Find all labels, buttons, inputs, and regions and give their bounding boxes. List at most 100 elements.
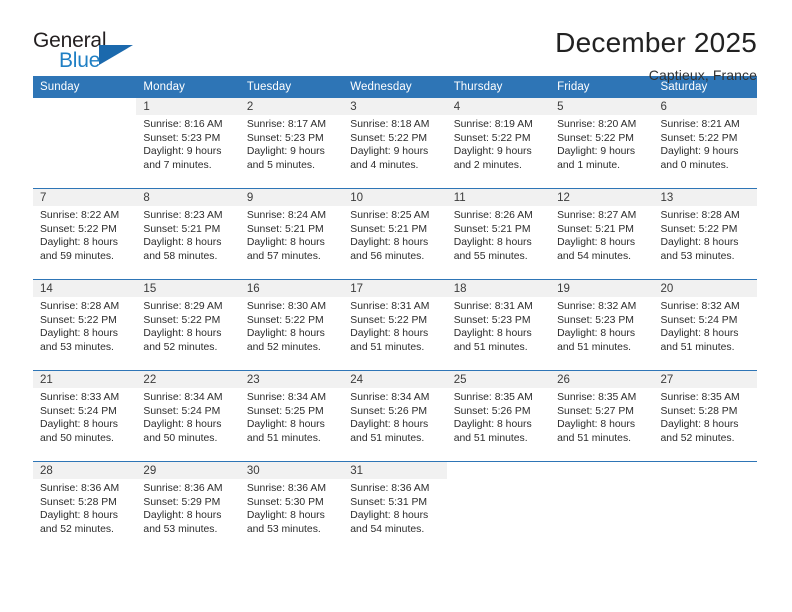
daylight-line: and 5 minutes. — [246, 159, 316, 171]
day-detail-text: Sunrise: 8:30 AM Sunset: 5:22 PM Daylight:… — [240, 297, 343, 354]
day-number: 21 — [33, 371, 137, 388]
calendar-day-cell[interactable]: 24 Sunrise: 8:34 AM Sunset: 5:26 PM Dayligh… — [343, 370, 447, 462]
calendar-day-cell[interactable]: 22 Sunrise: 8:34 AM Sunset: 5:24 PM Dayligh… — [136, 370, 240, 462]
sunset-line: Sunset: 5:22 PM — [40, 314, 117, 326]
day-cell-inner: 5 Sunrise: 8:20 AM Sunset: 5:22 PM Daylight… — [550, 98, 654, 188]
daylight-line: and 53 minutes. — [660, 250, 735, 262]
daylight-line: and 2 minutes. — [453, 159, 522, 171]
daylight-line: Daylight: 8 hours — [246, 419, 325, 431]
day-cell-inner: 21 Sunrise: 8:33 AM Sunset: 5:24 PM Dayligh… — [33, 371, 137, 461]
calendar-day-cell[interactable]: 13 Sunrise: 8:28 AM Sunset: 5:22 PM Dayligh… — [653, 188, 757, 280]
sunset-line: Sunset: 5:23 PM — [143, 132, 221, 144]
day-number — [550, 462, 654, 479]
calendar-day-cell[interactable]: 21 Sunrise: 8:33 AM Sunset: 5:24 PM Dayligh… — [33, 370, 137, 462]
day-cell-inner: 16 Sunrise: 8:30 AM Sunset: 5:22 PM Dayligh… — [239, 280, 344, 370]
calendar-day-cell[interactable]: 30 Sunrise: 8:36 AM Sunset: 5:30 PM Dayligh… — [239, 461, 344, 552]
day-number: 3 — [343, 98, 447, 115]
calendar-day-cell[interactable]: 8 Sunrise: 8:23 AM Sunset: 5:21 PM Daylight… — [136, 188, 240, 280]
calendar-day-cell[interactable]: 26 Sunrise: 8:35 AM Sunset: 5:27 PM Dayligh… — [550, 370, 654, 462]
day-cell-inner: 27 Sunrise: 8:35 AM Sunset: 5:28 PM Dayligh… — [653, 371, 757, 461]
day-number: 30 — [239, 462, 344, 479]
calendar-day-cell[interactable]: 16 Sunrise: 8:30 AM Sunset: 5:22 PM Dayligh… — [239, 279, 344, 371]
daylight-line: and 51 minutes. — [246, 432, 321, 444]
day-number: 10 — [343, 189, 447, 206]
calendar-day-cell[interactable]: 18 Sunrise: 8:31 AM Sunset: 5:23 PM Dayligh… — [446, 279, 551, 371]
daylight-line: Daylight: 8 hours — [453, 328, 532, 340]
daylight-line: and 51 minutes. — [350, 341, 425, 353]
brand-logo[interactable]: General Blue — [33, 28, 145, 76]
sunset-line: Sunset: 5:24 PM — [660, 314, 738, 326]
calendar-day-cell-empty — [653, 461, 757, 552]
day-cell-inner: 2 Sunrise: 8:17 AM Sunset: 5:23 PM Daylight… — [239, 98, 344, 188]
day-detail-text: Sunrise: 8:23 AM Sunset: 5:21 PM Daylight:… — [136, 206, 239, 263]
daylight-line: Daylight: 8 hours — [40, 328, 118, 340]
day-cell-inner: 4 Sunrise: 8:19 AM Sunset: 5:22 PM Daylight… — [446, 98, 551, 188]
weekday-header-sunday: Sunday — [33, 76, 137, 98]
calendar-week-row: 28 Sunrise: 8:36 AM Sunset: 5:28 PM Dayligh… — [33, 461, 757, 552]
sunrise-line: Sunrise: 8:28 AM — [40, 301, 120, 312]
sunset-line: Sunset: 5:22 PM — [660, 223, 738, 235]
sunset-line: Sunset: 5:26 PM — [350, 405, 428, 417]
calendar-day-cell[interactable]: 28 Sunrise: 8:36 AM Sunset: 5:28 PM Dayligh… — [33, 461, 137, 552]
calendar-day-cell[interactable]: 15 Sunrise: 8:29 AM Sunset: 5:22 PM Dayligh… — [136, 279, 240, 371]
daylight-line: and 51 minutes. — [557, 432, 632, 444]
daylight-line: Daylight: 8 hours — [660, 328, 739, 340]
sunset-line: Sunset: 5:31 PM — [350, 496, 428, 508]
calendar-day-cell[interactable]: 20 Sunrise: 8:32 AM Sunset: 5:24 PM Dayligh… — [653, 279, 757, 371]
calendar-day-cell[interactable]: 14 Sunrise: 8:28 AM Sunset: 5:22 PM Dayligh… — [33, 279, 137, 371]
day-detail-text — [447, 479, 550, 482]
sunrise-line: Sunrise: 8:31 AM — [350, 301, 430, 312]
day-cell-inner: 23 Sunrise: 8:34 AM Sunset: 5:25 PM Dayligh… — [239, 371, 344, 461]
day-cell-inner: 14 Sunrise: 8:28 AM Sunset: 5:22 PM Dayligh… — [33, 280, 137, 370]
sunrise-sunset-calendar-table: Sunday Monday Tuesday Wednesday Thursday Frid… — [33, 76, 757, 552]
calendar-day-cell[interactable]: 29 Sunrise: 8:36 AM Sunset: 5:29 PM Dayligh… — [136, 461, 240, 552]
day-detail-text: Sunrise: 8:36 AM Sunset: 5:31 PM Daylight:… — [343, 479, 446, 536]
day-cell-inner: 18 Sunrise: 8:31 AM Sunset: 5:23 PM Dayligh… — [446, 280, 551, 370]
daylight-line: and 54 minutes. — [557, 250, 632, 262]
calendar-day-cell[interactable]: 6 Sunrise: 8:21 AM Sunset: 5:22 PM Daylight… — [653, 98, 757, 189]
daylight-line: Daylight: 8 hours — [143, 419, 222, 431]
calendar-day-cell[interactable]: 5 Sunrise: 8:20 AM Sunset: 5:22 PM Daylight… — [550, 98, 654, 189]
daylight-line: and 52 minutes. — [143, 341, 218, 353]
calendar-day-cell[interactable]: 1 Sunrise: 8:16 AM Sunset: 5:23 PM Daylight… — [136, 98, 240, 189]
day-cell-inner: 12 Sunrise: 8:27 AM Sunset: 5:21 PM Dayligh… — [550, 189, 654, 279]
calendar-day-cell[interactable]: 23 Sunrise: 8:34 AM Sunset: 5:25 PM Dayligh… — [239, 370, 344, 462]
daylight-line: and 53 minutes. — [40, 341, 114, 353]
day-detail-text — [33, 115, 136, 118]
day-detail-text: Sunrise: 8:32 AM Sunset: 5:23 PM Daylight:… — [550, 297, 653, 354]
day-detail-text — [654, 479, 757, 482]
calendar-day-cell[interactable]: 17 Sunrise: 8:31 AM Sunset: 5:22 PM Dayligh… — [343, 279, 447, 371]
calendar-day-cell-empty — [33, 98, 137, 189]
daylight-line: Daylight: 8 hours — [557, 237, 636, 249]
day-detail-text: Sunrise: 8:17 AM Sunset: 5:23 PM Daylight:… — [240, 115, 343, 172]
daylight-line: Daylight: 8 hours — [246, 328, 325, 340]
calendar-day-cell[interactable]: 2 Sunrise: 8:17 AM Sunset: 5:23 PM Daylight… — [239, 98, 344, 189]
sunrise-line: Sunrise: 8:35 AM — [557, 392, 637, 403]
sunrise-line: Sunrise: 8:36 AM — [143, 483, 223, 494]
day-cell-inner: 26 Sunrise: 8:35 AM Sunset: 5:27 PM Dayligh… — [550, 371, 654, 461]
sunrise-line: Sunrise: 8:36 AM — [246, 483, 326, 494]
day-detail-text: Sunrise: 8:34 AM Sunset: 5:26 PM Daylight:… — [343, 388, 446, 445]
calendar-day-cell[interactable]: 4 Sunrise: 8:19 AM Sunset: 5:22 PM Daylight… — [446, 98, 551, 189]
day-detail-text: Sunrise: 8:35 AM Sunset: 5:28 PM Daylight:… — [654, 388, 757, 445]
day-detail-text: Sunrise: 8:21 AM Sunset: 5:22 PM Daylight:… — [654, 115, 757, 172]
daylight-line: and 4 minutes. — [350, 159, 419, 171]
day-number: 25 — [446, 371, 551, 388]
calendar-day-cell[interactable]: 9 Sunrise: 8:24 AM Sunset: 5:21 PM Daylight… — [239, 188, 344, 280]
calendar-day-cell[interactable]: 10 Sunrise: 8:25 AM Sunset: 5:21 PM Dayligh… — [343, 188, 447, 280]
calendar-day-cell[interactable]: 7 Sunrise: 8:22 AM Sunset: 5:22 PM Daylight… — [33, 188, 137, 280]
day-number — [33, 98, 137, 115]
sunset-line: Sunset: 5:22 PM — [453, 132, 531, 144]
calendar-day-cell[interactable]: 27 Sunrise: 8:35 AM Sunset: 5:28 PM Dayligh… — [653, 370, 757, 462]
calendar-day-cell[interactable]: 11 Sunrise: 8:26 AM Sunset: 5:21 PM Dayligh… — [446, 188, 551, 280]
calendar-day-cell[interactable]: 31 Sunrise: 8:36 AM Sunset: 5:31 PM Dayligh… — [343, 461, 447, 552]
day-cell-inner: 20 Sunrise: 8:32 AM Sunset: 5:24 PM Dayligh… — [653, 280, 757, 370]
calendar-day-cell[interactable]: 25 Sunrise: 8:35 AM Sunset: 5:26 PM Dayligh… — [446, 370, 551, 462]
calendar-day-cell[interactable]: 3 Sunrise: 8:18 AM Sunset: 5:22 PM Daylight… — [343, 98, 447, 189]
day-detail-text: Sunrise: 8:31 AM Sunset: 5:23 PM Daylight:… — [447, 297, 550, 354]
calendar-day-cell[interactable]: 12 Sunrise: 8:27 AM Sunset: 5:21 PM Dayligh… — [550, 188, 654, 280]
day-cell-inner: 17 Sunrise: 8:31 AM Sunset: 5:22 PM Dayligh… — [343, 280, 447, 370]
daylight-line: and 51 minutes. — [350, 432, 425, 444]
day-cell-inner: 11 Sunrise: 8:26 AM Sunset: 5:21 PM Dayligh… — [446, 189, 551, 279]
calendar-day-cell[interactable]: 19 Sunrise: 8:32 AM Sunset: 5:23 PM Dayligh… — [550, 279, 654, 371]
